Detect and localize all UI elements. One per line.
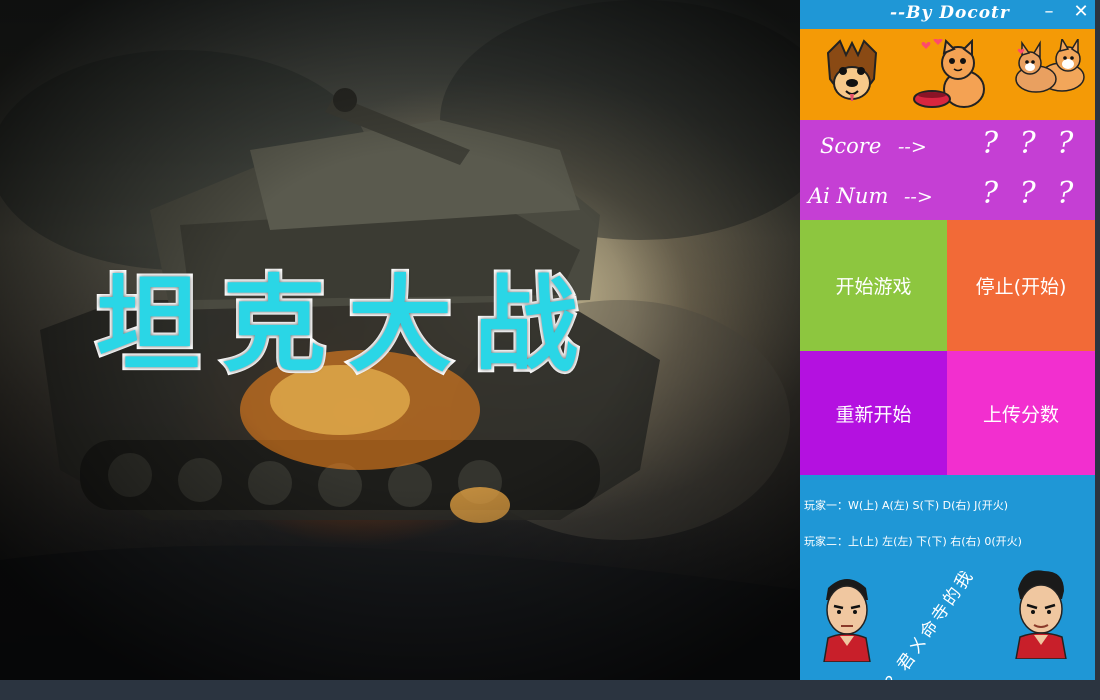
- minimize-button[interactable]: –: [1036, 0, 1062, 26]
- controls-help: 玩家一：W(上) A(左) S(下) D(右) J(开火) 玩家二：上(上) 左…: [800, 475, 1095, 680]
- window-border-right: [1095, 0, 1100, 700]
- pet-strip: [800, 29, 1095, 120]
- basketball-player-left-avatar: [823, 579, 871, 662]
- title-bar[interactable]: --By Docotr – ✕: [800, 0, 1095, 29]
- player1-controls: 玩家一：W(上) A(左) S(下) D(右) J(开火): [804, 499, 1008, 512]
- author-credit: --By Docotr: [890, 3, 1010, 23]
- close-button[interactable]: ✕: [1068, 0, 1094, 26]
- restart-button[interactable]: 重新开始: [800, 351, 947, 475]
- dog-face-icon: [826, 39, 878, 101]
- cat-with-bowl-icon: [913, 39, 985, 108]
- ai-num-arrow: -->: [904, 186, 933, 208]
- basketball-player-right-avatar: [1015, 570, 1067, 659]
- upload-score-button[interactable]: 上传分数: [947, 351, 1095, 475]
- slogan-text: ？君ㄨ命寺的我: [882, 565, 979, 680]
- start-game-button[interactable]: 开始游戏: [800, 220, 947, 351]
- score-label: Score: [820, 134, 882, 158]
- corgi-couple-icon: [1015, 39, 1085, 93]
- window-border-bottom: [0, 680, 1100, 700]
- game-banner: 坦克大战: [0, 0, 800, 680]
- stats-box: Score --> ? ? ? Ai Num --> ? ? ?: [800, 120, 1095, 220]
- game-title: 坦克大战: [93, 261, 601, 389]
- control-panel: --By Docotr – ✕ Score --> ? ? ? Ai Num -…: [800, 0, 1095, 680]
- score-arrow: -->: [898, 136, 927, 158]
- score-value: ? ? ?: [982, 126, 1080, 161]
- player2-controls: 玩家二：上(上) 左(左) 下(下) 右(右) 0(开火): [804, 535, 1022, 548]
- ai-num-label: Ai Num: [808, 184, 889, 208]
- stop-game-button[interactable]: 停止(开始): [947, 220, 1095, 351]
- ai-num-value: ? ? ?: [982, 176, 1080, 211]
- game-window: 坦克大战 --By Docotr – ✕ Score --> ? ? ? Ai …: [0, 0, 1095, 680]
